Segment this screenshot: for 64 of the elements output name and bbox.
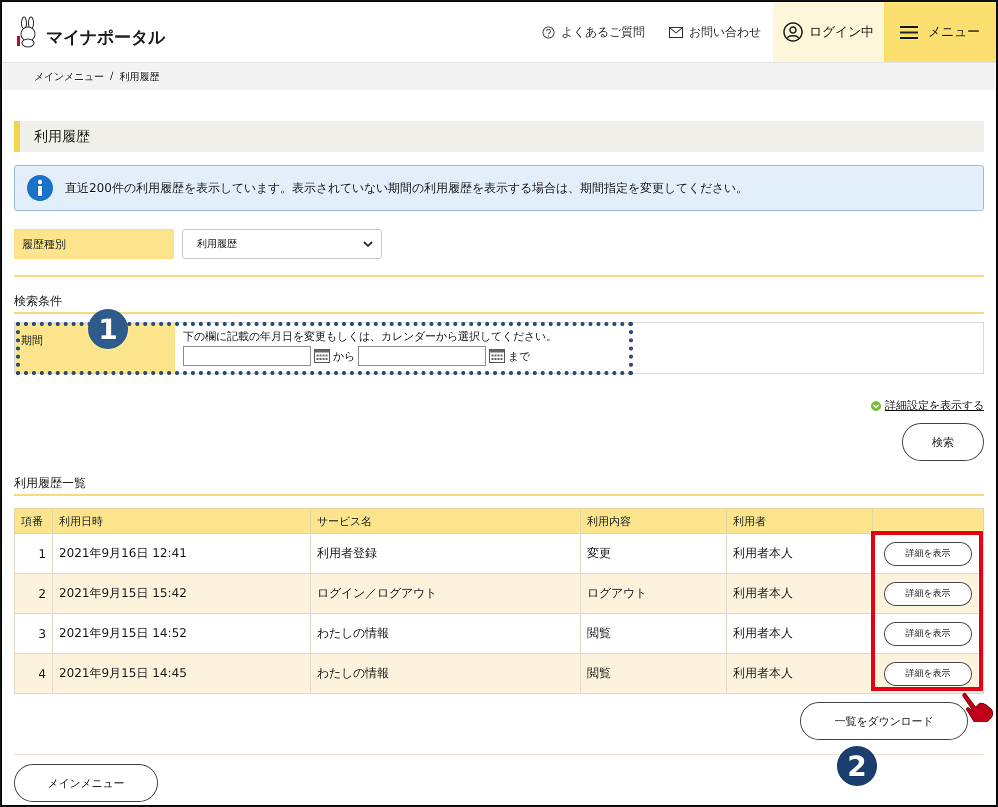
table-cell: 閲覧 (580, 614, 726, 654)
show-details-button[interactable]: 詳細を表示 (884, 622, 972, 646)
table-cell: 2021年9月15日 14:52 (52, 614, 310, 654)
table-cell: 2 (14, 574, 52, 614)
section-heading: 検索条件 (14, 293, 63, 310)
table-cell: わたしの情報 (310, 614, 580, 654)
chevron-down-icon (363, 241, 373, 247)
detail-settings-link[interactable]: 詳細設定を表示する (885, 398, 984, 413)
mail-icon (669, 26, 683, 38)
table-cell: わたしの情報 (310, 654, 580, 694)
logo-text: マイナポータル (46, 26, 165, 48)
table-cell: ログイン／ログアウト (310, 574, 580, 614)
page-title: 利用履歴 (14, 121, 984, 152)
end-date-field[interactable] (358, 346, 486, 366)
breadcrumb-item[interactable]: メインメニュー (34, 70, 104, 84)
search-button[interactable]: 検索 (902, 423, 984, 461)
main-menu-button[interactable]: メインメニュー (14, 764, 158, 802)
table-cell: 3 (14, 614, 52, 654)
breadcrumb-item: 利用履歴 (119, 70, 160, 84)
table-cell: 変更 (580, 534, 726, 574)
info-icon (27, 175, 53, 201)
field-label: 履歴種別 (14, 229, 174, 259)
table-cell: 1 (14, 534, 52, 574)
history-type-select[interactable]: 利用履歴 (182, 229, 382, 259)
pointing-hand-icon (962, 692, 996, 724)
header-link[interactable]: お問い合わせ (657, 2, 773, 62)
table-cell: 利用者本人 (726, 654, 872, 694)
show-details-button[interactable]: 詳細を表示 (884, 542, 972, 566)
help-icon (542, 26, 555, 38)
calendar-icon[interactable] (314, 349, 330, 363)
table-cell: 利用者本人 (726, 574, 872, 614)
header-link[interactable]: よくあるご質問 (530, 2, 657, 62)
field-label: 期間 (21, 334, 43, 347)
download-button[interactable]: 一覧をダウンロード (800, 702, 968, 740)
table-cell: 4 (14, 654, 52, 694)
table-cell: ログアウト (580, 574, 726, 614)
table-cell: 利用者本人 (726, 614, 872, 654)
section-heading: 利用履歴一覧 (14, 475, 87, 492)
table-cell: 2021年9月16日 12:41 (52, 534, 310, 574)
column-header: サービス名 (310, 508, 580, 534)
table-cell: 2021年9月15日 14:45 (52, 654, 310, 694)
table-cell: 利用者本人 (726, 534, 872, 574)
table-cell: 閲覧 (580, 654, 726, 694)
menu-icon (900, 26, 918, 38)
instruction-text: 下の欄に記載の年月日を変更もしくは、カレンダーから選択してください。 (183, 329, 557, 344)
step-badge: 2 (837, 746, 877, 786)
start-date-field[interactable] (183, 346, 311, 366)
column-header: 利用者 (726, 508, 872, 534)
column-header: 項番 (14, 508, 52, 534)
table-cell: 利用者登録 (310, 534, 580, 574)
column-header: 利用内容 (580, 508, 726, 534)
calendar-icon[interactable] (489, 349, 505, 363)
column-header: 利用日時 (52, 508, 310, 534)
login-status[interactable]: ログイン中 (773, 2, 884, 62)
user-icon (783, 22, 803, 42)
menu-button[interactable]: メニュー (884, 2, 996, 62)
show-details-button[interactable]: 詳細を表示 (884, 582, 972, 606)
breadcrumb-item: / (110, 71, 114, 82)
chevron-circle-icon (871, 400, 881, 410)
info-text: 直近200件の利用履歴を表示しています。表示されていない期間の利用履歴を表示する場合は、期間指定を変更してください。 (65, 180, 748, 196)
range-label: まで (508, 348, 530, 364)
range-label: から (333, 348, 355, 364)
table-cell: 2021年9月15日 15:42 (52, 574, 310, 614)
show-details-button[interactable]: 詳細を表示 (884, 662, 972, 686)
